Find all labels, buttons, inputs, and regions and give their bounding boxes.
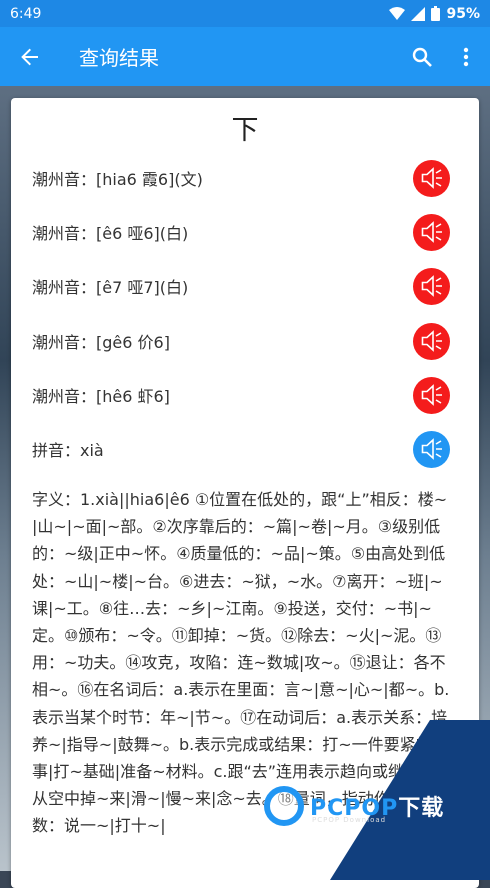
play-audio-button[interactable] (413, 376, 450, 414)
watermark-subtitle: PCPOP Download (312, 816, 387, 824)
play-pinyin-button[interactable] (413, 430, 450, 468)
more-vert-icon (463, 47, 469, 66)
pronunciation-label: 潮州音：[gê6 价6] (32, 333, 170, 352)
play-audio-button[interactable] (413, 213, 450, 251)
pronunciation-label: 潮州音：[ê6 哑6](白) (32, 224, 189, 243)
pronunciation-row: 潮州音：[gê6 价6] (32, 321, 479, 361)
play-audio-button[interactable] (413, 159, 450, 197)
watermark-brand-suffix: 下载 (398, 796, 445, 821)
speaker-icon (421, 167, 442, 189)
watermark-logo: PCPOP下载 PCPOP Download (264, 776, 484, 836)
play-audio-button[interactable] (413, 267, 450, 305)
arrow-back-icon (21, 48, 38, 65)
pronunciation-label: 潮州音：[hê6 虾6] (32, 387, 170, 406)
speaker-icon (421, 221, 442, 243)
pronunciation-row: 潮州音：[hê6 虾6] (32, 375, 479, 415)
speaker-icon (421, 330, 442, 352)
queried-character: 下 (231, 115, 259, 146)
back-button[interactable] (0, 27, 60, 86)
wifi-icon (389, 6, 406, 20)
play-audio-button[interactable] (413, 322, 450, 360)
speaker-icon (421, 275, 442, 297)
status-time: 6:49 (10, 5, 42, 22)
search-icon (412, 47, 432, 67)
battery-icon (431, 6, 441, 21)
pronunciation-label: 潮州音：[ê7 哑7](白) (32, 278, 189, 297)
status-bar: 6:49 95% (0, 0, 490, 27)
signal-icon (411, 6, 426, 21)
speaker-icon (421, 438, 442, 460)
pinyin-row: 拼音：xià (32, 429, 479, 469)
pcpop-logo-icon (264, 786, 304, 826)
search-button[interactable] (400, 27, 444, 86)
speaker-icon (421, 384, 442, 406)
page-title: 查询结果 (79, 46, 159, 70)
status-icons: 95% (389, 6, 480, 22)
pronunciation-row: 潮州音：[ê6 哑6](白) (32, 212, 479, 252)
battery-percent: 95% (446, 5, 480, 22)
more-options-button[interactable] (444, 27, 488, 86)
app-bar: 查询结果 (0, 27, 490, 86)
pronunciation-row: 潮州音：[hia6 霞6](文) (32, 158, 479, 198)
pinyin-label: 拼音：xià (32, 441, 104, 460)
pronunciation-label: 潮州音：[hia6 霞6](文) (32, 170, 203, 189)
pronunciation-row: 潮州音：[ê7 哑7](白) (32, 266, 479, 306)
